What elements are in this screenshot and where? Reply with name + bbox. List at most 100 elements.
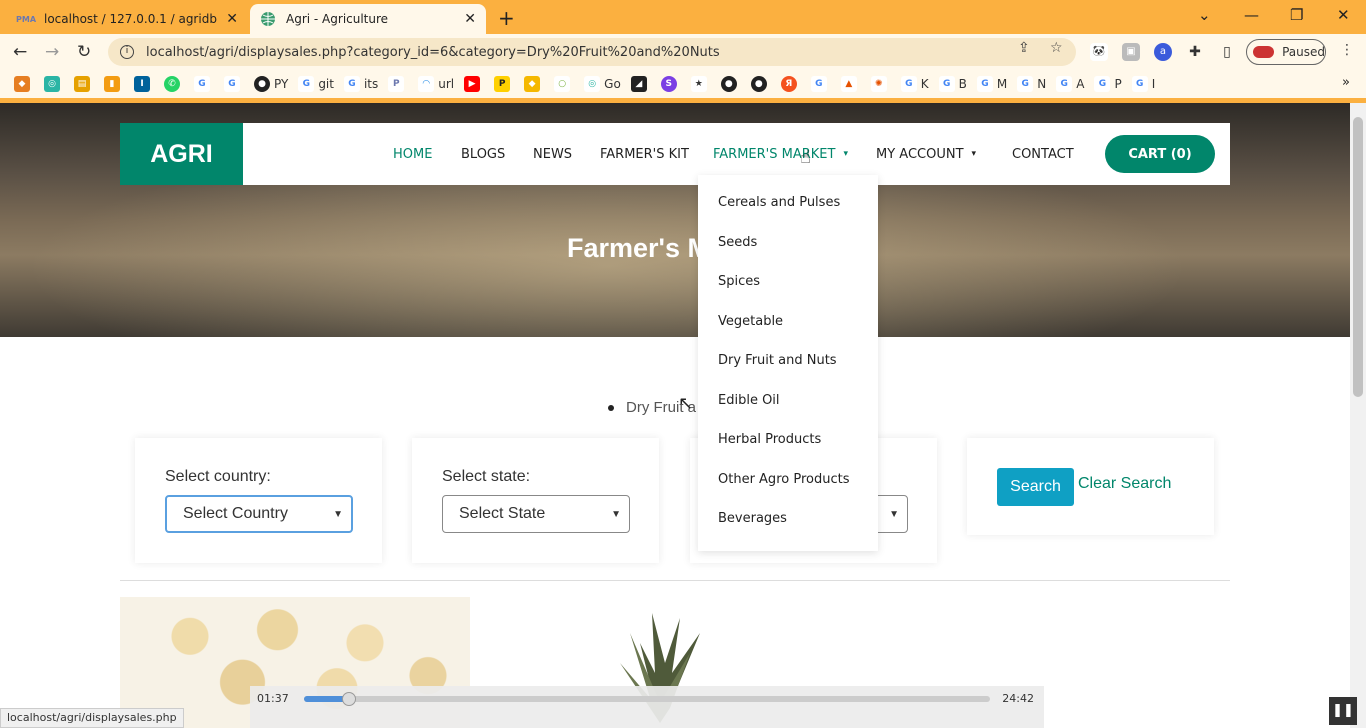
bookmark[interactable]: ▤ xyxy=(74,76,94,92)
seek-handle[interactable] xyxy=(342,692,357,706)
puzzle-icon[interactable]: ✚ xyxy=(1186,43,1204,61)
forward-icon[interactable]: → xyxy=(45,42,59,62)
restore-icon[interactable]: ❐ xyxy=(1290,6,1303,24)
bookmark-icon: ◆ xyxy=(524,76,541,92)
profile-paused-button[interactable]: Paused xyxy=(1246,39,1326,65)
bookmark[interactable]: Ggit xyxy=(298,76,334,92)
address-bar[interactable]: i localhost/agri/displaysales.php?catego… xyxy=(108,38,1076,66)
google-icon: G xyxy=(1056,76,1073,92)
minimize-icon[interactable]: — xyxy=(1244,6,1259,24)
tab-phpmyadmin[interactable]: PMA localhost / 127.0.0.1 / agridb / ca … xyxy=(8,4,248,34)
back-icon[interactable]: ← xyxy=(13,42,27,62)
ieee-icon: I xyxy=(134,76,150,92)
bookmark[interactable]: GA xyxy=(1056,76,1084,92)
more-bookmarks-icon[interactable]: » xyxy=(1342,75,1350,90)
cart-button[interactable]: CART (0) xyxy=(1105,135,1215,173)
bookmark[interactable]: Gits xyxy=(343,76,379,92)
browser-chrome: PMA localhost / 127.0.0.1 / agridb / ca … xyxy=(0,0,1366,103)
nav-farmers-kit[interactable]: FARMER'S KIT xyxy=(600,147,689,162)
bookmark[interactable]: ▲ xyxy=(840,76,861,92)
bookmark[interactable]: ◠ url xyxy=(418,76,454,92)
bookmark[interactable]: ◆ xyxy=(14,76,34,92)
bookmark[interactable]: ● xyxy=(720,76,741,92)
bookmark[interactable]: ★ xyxy=(690,76,711,92)
dropdown-item-other-agro[interactable]: Other Agro Products xyxy=(718,472,849,487)
chevron-down-icon: ▼ xyxy=(889,508,899,520)
bookmark[interactable]: GP xyxy=(1094,76,1122,92)
chart-icon: ▮ xyxy=(104,76,120,92)
country-select[interactable]: Select Country ▼ xyxy=(165,495,353,533)
pause-icon[interactable]: ❚❚ xyxy=(1329,697,1357,725)
bookmark[interactable]: G xyxy=(224,76,244,92)
bookmark[interactable]: GM xyxy=(976,76,1007,92)
dropdown-item-seeds[interactable]: Seeds xyxy=(718,235,757,250)
share-icon[interactable]: ⇪ xyxy=(1018,40,1030,56)
nav-news[interactable]: NEWS xyxy=(533,147,572,162)
bookmark[interactable]: ◢ xyxy=(630,76,651,92)
menu-icon[interactable]: ⋮ xyxy=(1340,42,1354,58)
total-time: 24:42 xyxy=(1002,692,1034,705)
bookmark[interactable]: Я xyxy=(780,76,801,92)
nav-farmers-market[interactable]: FARMER'S MARKET ▾ xyxy=(713,147,848,162)
dropdown-item-dry-fruit[interactable]: Dry Fruit and Nuts xyxy=(718,353,837,368)
page-scrollbar[interactable] xyxy=(1350,103,1366,728)
dropdown-item-vegetable[interactable]: Vegetable xyxy=(718,314,783,329)
bookmark[interactable]: GI xyxy=(1131,76,1155,92)
dropdown-item-herbal[interactable]: Herbal Products xyxy=(718,432,821,447)
bookmark[interactable]: GN xyxy=(1017,76,1046,92)
bookmark[interactable]: P xyxy=(494,76,514,92)
close-window-icon[interactable]: ✕ xyxy=(1337,6,1350,24)
reload-icon[interactable]: ↻ xyxy=(77,42,91,62)
clear-search-link[interactable]: Clear Search xyxy=(1078,475,1171,493)
bookmark[interactable]: ✺ xyxy=(870,76,891,92)
dropdown-item-cereals[interactable]: Cereals and Pulses xyxy=(718,195,840,210)
bookmark[interactable]: ● PY xyxy=(254,76,288,92)
at-extension-icon[interactable]: a xyxy=(1154,43,1172,61)
search-button[interactable]: Search xyxy=(997,468,1074,506)
bookmark[interactable]: ▶ xyxy=(464,76,484,92)
scrollbar-thumb[interactable] xyxy=(1353,117,1363,397)
bookmark[interactable]: G xyxy=(194,76,214,92)
tab-search-icon[interactable]: ⌄ xyxy=(1198,6,1211,24)
extension-icon[interactable]: ▣ xyxy=(1122,43,1140,61)
close-tab-icon[interactable]: ✕ xyxy=(226,11,238,27)
bookmark-icon: ▲ xyxy=(840,76,857,92)
bookmark[interactable]: GK xyxy=(900,76,929,92)
google-icon: G xyxy=(1017,76,1034,92)
bookmark[interactable]: ▮ xyxy=(104,76,124,92)
google-icon: G xyxy=(900,76,917,92)
site-info-icon[interactable]: i xyxy=(120,45,134,59)
bookmark[interactable]: S xyxy=(660,76,681,92)
tab-agri[interactable]: Agri - Agriculture ✕ xyxy=(250,4,486,34)
dropdown-item-beverages[interactable]: Beverages xyxy=(718,511,787,526)
bookmark-star-icon[interactable]: ☆ xyxy=(1050,40,1063,56)
bookmark[interactable]: ◆ xyxy=(524,76,544,92)
bookmark[interactable]: ● xyxy=(750,76,771,92)
state-select[interactable]: Select State ▼ xyxy=(442,495,630,533)
bookmark[interactable]: ○ xyxy=(554,76,574,92)
tab-title: Agri - Agriculture xyxy=(286,12,389,26)
nav-contact[interactable]: CONTACT xyxy=(1012,147,1074,162)
bookmark[interactable]: GB xyxy=(938,76,967,92)
nav-label: CONTACT xyxy=(1012,146,1074,162)
close-tab-icon[interactable]: ✕ xyxy=(464,11,476,27)
bookmark-icon: ◆ xyxy=(14,76,30,92)
bookmark[interactable]: P xyxy=(388,76,408,92)
bookmark-label: its xyxy=(363,77,379,91)
dropdown-item-spices[interactable]: Spices xyxy=(718,274,760,289)
bookmark[interactable]: ✆ xyxy=(164,76,184,92)
nav-blogs[interactable]: BLOGS xyxy=(461,147,505,162)
nav-my-account[interactable]: MY ACCOUNT ▾ xyxy=(876,147,976,162)
side-panel-icon[interactable]: ▯ xyxy=(1218,43,1236,61)
bookmark[interactable]: G xyxy=(810,76,831,92)
dropdown-item-edible-oil[interactable]: Edible Oil xyxy=(718,393,780,408)
nav-home[interactable]: HOME xyxy=(393,147,432,162)
bookmark[interactable]: I xyxy=(134,76,154,92)
hero-title: Farmer's M xyxy=(567,233,710,263)
bookmark[interactable]: ◎ Go xyxy=(584,76,621,92)
new-tab-icon[interactable]: + xyxy=(498,6,515,30)
seek-bar[interactable] xyxy=(304,692,990,706)
panda-extension-icon[interactable]: 🐼 xyxy=(1090,43,1108,61)
bookmark[interactable]: ◎ xyxy=(44,76,64,92)
bookmark-icon: Я xyxy=(780,76,797,92)
